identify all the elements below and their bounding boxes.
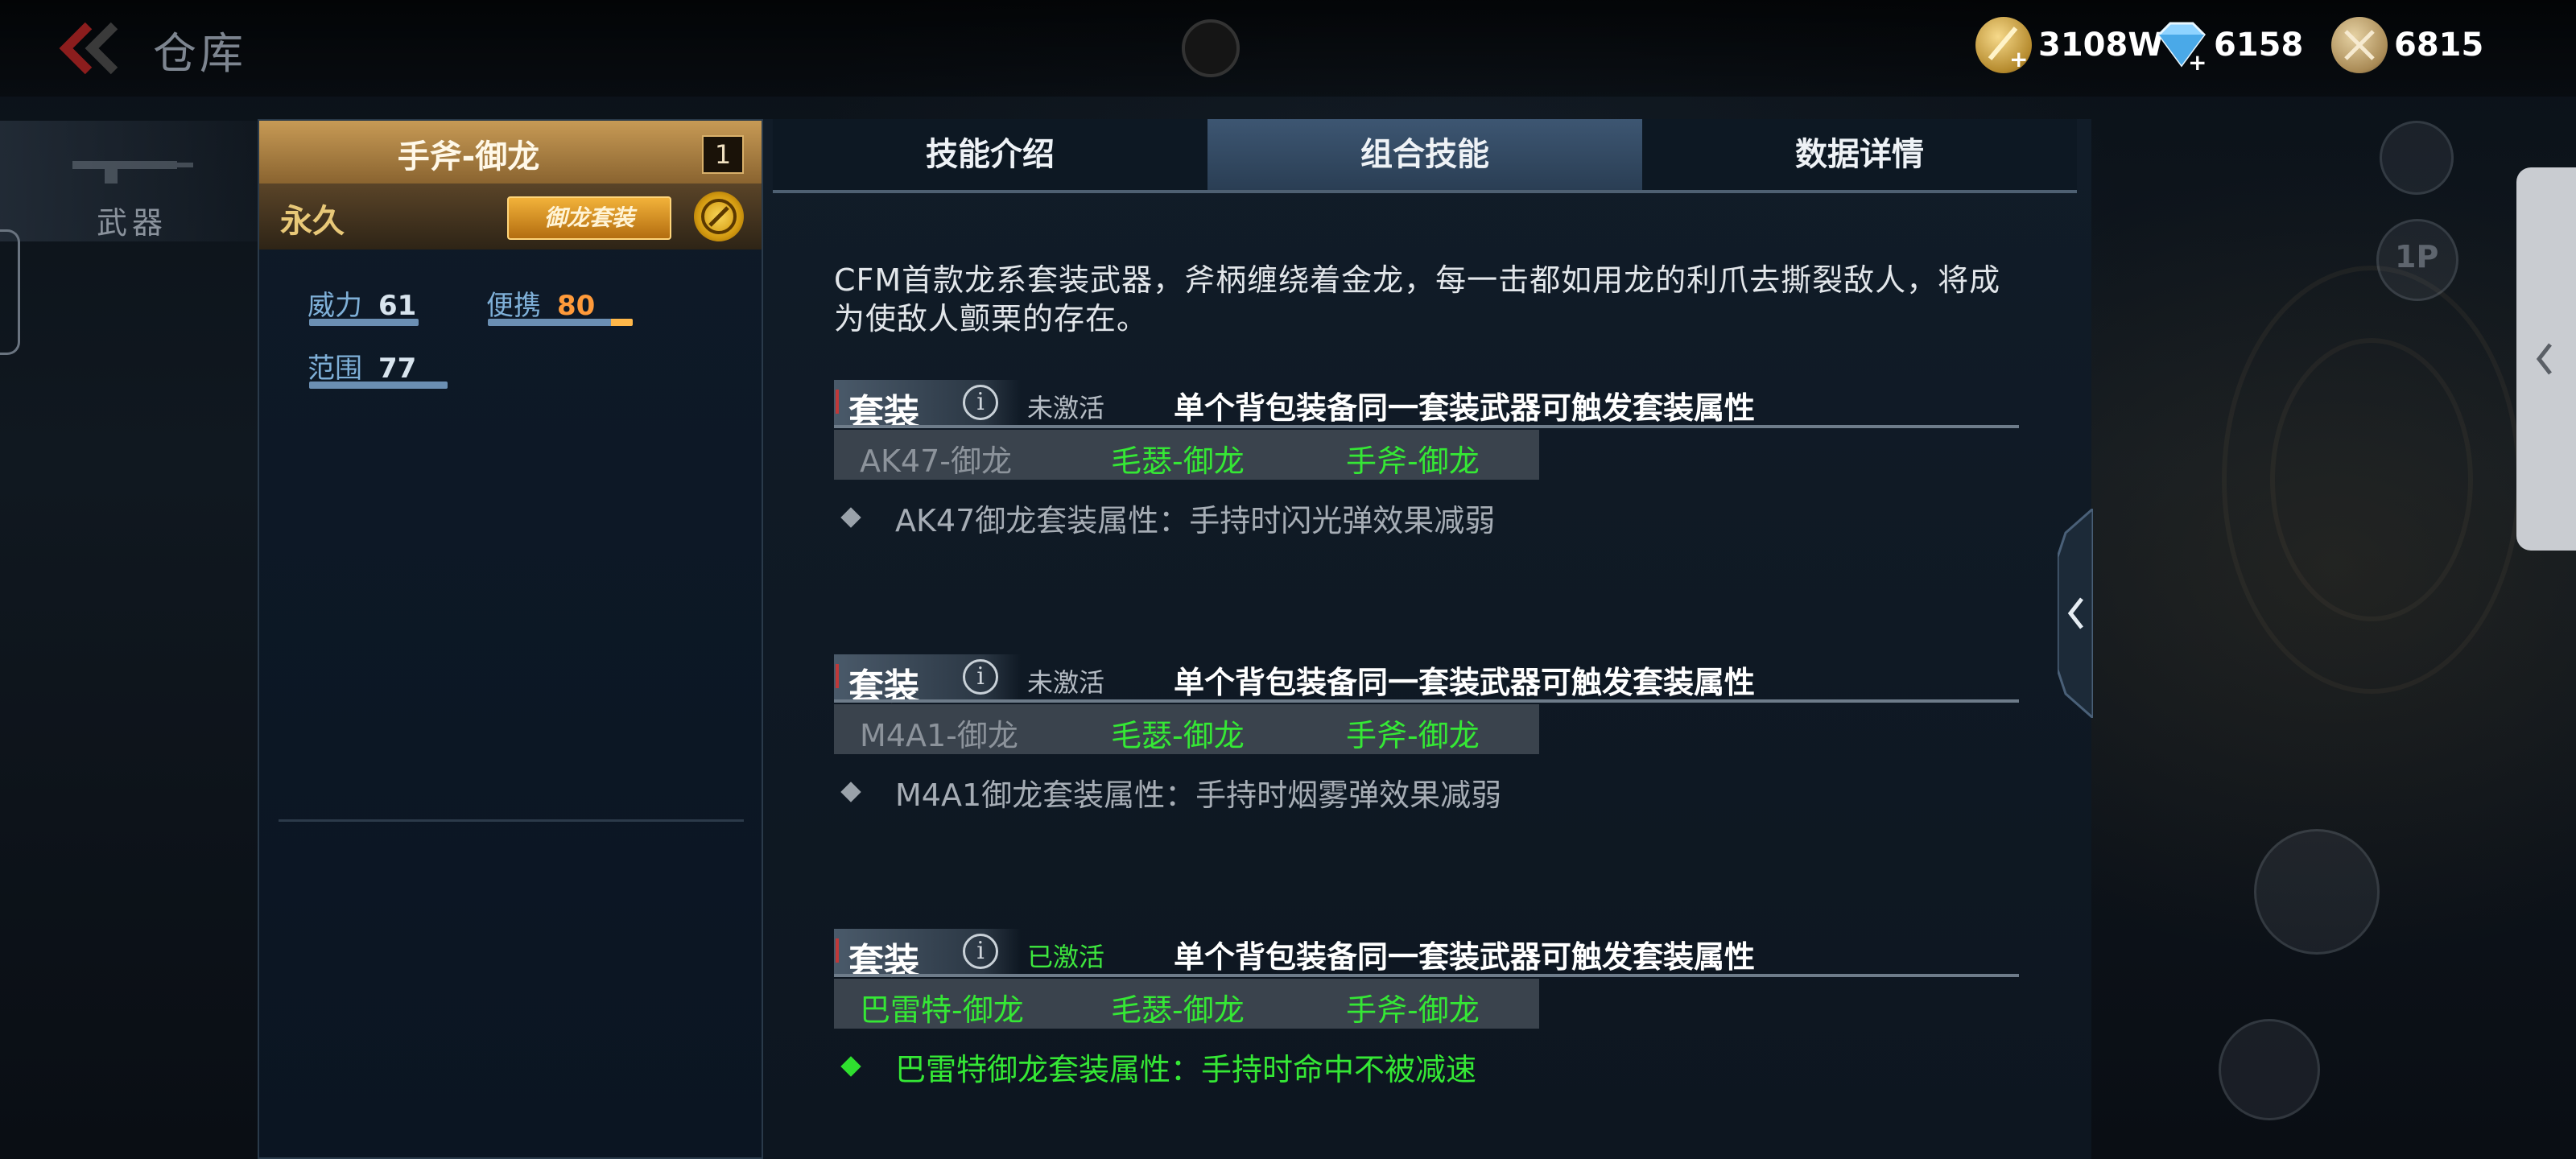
view-toggle-button[interactable]: 1P — [2376, 219, 2458, 301]
collapse-panel-tab[interactable] — [2056, 505, 2095, 721]
set-item: 手斧-御龙 — [1346, 992, 1480, 1028]
settings-hud-button[interactable] — [2380, 121, 2454, 195]
tab-data-details[interactable]: 数据详情 — [1642, 119, 2077, 190]
weapon-header: 手斧-御龙 1 — [259, 121, 762, 184]
set-effect-text: 巴雷特御龙套装属性：手持时命中不被减速 — [895, 1052, 1477, 1087]
weapon-name: 手斧-御龙 — [397, 138, 540, 175]
set-divider — [834, 425, 2019, 428]
set-rule: 单个背包装备同一套装武器可触发套装属性 — [1174, 665, 1756, 700]
medal-icon[interactable] — [694, 192, 744, 241]
weapon-description: CFM首款龙系套装武器，斧柄缠绕着金龙，每一击都如用龙的利爪去撕裂敌人，将成为使… — [834, 262, 2001, 336]
tab-skill-intro[interactable]: 技能介绍 — [773, 119, 1208, 190]
set-items: 巴雷特-御龙 毛瑟-御龙 手斧-御龙 — [834, 979, 1539, 1029]
set-label: 套装 i — [834, 654, 1021, 707]
set-label: 套装 i — [834, 929, 1021, 982]
stat-portability-bar — [488, 319, 633, 326]
diamond-value: 6158 — [2214, 27, 2304, 64]
set-effect-text: AK47御龙套装属性：手持时闪光弹效果减弱 — [895, 503, 1496, 538]
crossed-swords-coin-icon — [2331, 17, 2388, 73]
set-label-mark — [836, 664, 839, 688]
page-title: 仓库 — [153, 28, 246, 79]
weapon-count: 1 — [702, 135, 744, 174]
stat-range: 范围 77 — [308, 346, 416, 386]
notch-indicator — [1182, 19, 1240, 77]
set-item: 毛瑟-御龙 — [1111, 443, 1245, 479]
svg-text:+: + — [2009, 46, 2028, 72]
set-status: 已激活 — [1027, 942, 1105, 972]
chevron-left-icon — [2056, 505, 2095, 721]
set-badge[interactable]: 御龙套装 — [507, 196, 671, 240]
category-weapon[interactable]: 武器 — [0, 121, 258, 241]
set-status: 未激活 — [1027, 393, 1105, 423]
stat-power-bar — [309, 319, 419, 326]
diamond-bullet-icon — [840, 1056, 861, 1077]
category-label: 武器 — [97, 205, 168, 241]
set-divider — [834, 974, 2019, 977]
currency-diamond[interactable]: + 6158 — [2151, 14, 2303, 76]
currency-gold[interactable]: + 3108W — [1975, 14, 2163, 76]
set-rule: 单个背包装备同一套装武器可触发套装属性 — [1174, 390, 1756, 426]
tab-bar: 技能介绍 组合技能 数据详情 — [773, 119, 2077, 193]
stat-power-label: 威力 — [308, 290, 362, 322]
swap-hud-button[interactable] — [2219, 1019, 2320, 1120]
gold-icon: + — [1975, 17, 2032, 73]
diamond-bullet-icon — [840, 507, 861, 528]
set-label-mark — [836, 938, 839, 963]
stat-portability-label: 便携 — [486, 290, 541, 322]
set-item: AK47-御龙 — [860, 443, 1012, 479]
bg-ring — [2270, 338, 2473, 621]
set-item: 巴雷特-御龙 — [860, 992, 1024, 1028]
stat-range-bar — [309, 382, 448, 389]
card-divider — [279, 819, 744, 822]
top-bar: 仓库 + 3108W + 6158 6815 — [0, 0, 2576, 97]
tab-combo-skill[interactable]: 组合技能 — [1208, 119, 1642, 190]
stat-portability-value: 80 — [557, 290, 596, 322]
set-effect-text: M4A1御龙套装属性：手持时烟雾弹效果减弱 — [895, 777, 1502, 813]
set-header: 套装 i 未激活 单个背包装备同一套装武器可触发套装属性 — [834, 380, 2025, 433]
stat-range-value: 77 — [378, 353, 417, 385]
set-label-mark — [836, 390, 839, 414]
set-status: 未激活 — [1027, 667, 1105, 698]
coin-value: 6815 — [2394, 27, 2484, 64]
weapon-card: 手斧-御龙 1 永久 御龙套装 威力 61 便携 80 范围 77 — [258, 119, 763, 1159]
back-button[interactable] — [56, 19, 129, 77]
set-item: M4A1-御龙 — [860, 718, 1018, 753]
back-arrow-icon — [59, 22, 118, 75]
weapon-sub-header: 永久 御龙套装 — [259, 184, 762, 250]
view-toggle-label: 1P — [2395, 239, 2439, 274]
weapon-duration: 永久 — [280, 203, 345, 240]
diamond-bullet-icon — [840, 782, 861, 802]
set-item: 手斧-御龙 — [1346, 443, 1480, 479]
left-edge-tab[interactable] — [0, 229, 20, 355]
set-rule: 单个背包装备同一套装武器可触发套装属性 — [1174, 939, 1756, 975]
stat-range-label: 范围 — [308, 353, 362, 385]
reload-hud-button[interactable] — [2254, 829, 2380, 955]
stat-power: 威力 61 — [308, 283, 416, 323]
set-label: 套装 i — [834, 380, 1021, 433]
set-item: 手斧-御龙 — [1346, 718, 1480, 753]
rifle-icon — [72, 161, 193, 184]
set-item: 毛瑟-御龙 — [1111, 992, 1245, 1028]
diamond-icon: + — [2151, 17, 2207, 76]
gold-value: 3108W — [2038, 27, 2164, 64]
set-items: M4A1-御龙 毛瑟-御龙 手斧-御龙 — [834, 704, 1539, 754]
set-divider — [834, 699, 2019, 703]
set-items: AK47-御龙 毛瑟-御龙 手斧-御龙 — [834, 430, 1539, 480]
set-header: 套装 i 未激活 单个背包装备同一套装武器可触发套装属性 — [834, 654, 2025, 707]
detail-panel: 技能介绍 组合技能 数据详情 CFM首款龙系套装武器，斧柄缠绕着金龙，每一击都如… — [763, 119, 2091, 1159]
chevron-left-icon — [2536, 343, 2552, 375]
info-icon[interactable]: i — [963, 659, 998, 695]
svg-text:+: + — [2188, 49, 2207, 73]
stat-portability: 便携 80 — [486, 283, 595, 323]
set-item: 毛瑟-御龙 — [1111, 718, 1245, 753]
set-header: 套装 i 已激活 单个背包装备同一套装武器可触发套装属性 — [834, 929, 2025, 982]
stat-power-value: 61 — [378, 290, 417, 322]
info-icon[interactable]: i — [963, 934, 998, 969]
side-drawer-handle[interactable] — [2516, 167, 2576, 551]
info-icon[interactable]: i — [963, 385, 998, 420]
currency-coin[interactable]: 6815 — [2331, 14, 2483, 76]
